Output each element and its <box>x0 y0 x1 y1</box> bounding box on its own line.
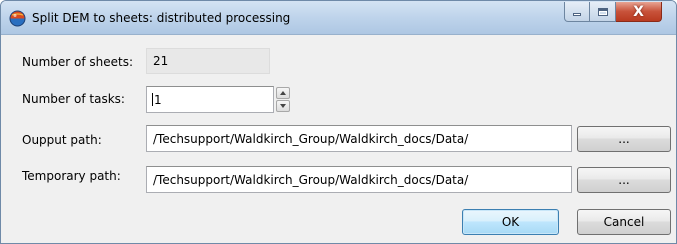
temporary-path-label: Temporary path: <box>22 169 121 183</box>
maximize-button[interactable] <box>590 2 616 22</box>
window-title: Split DEM to sheets: distributed process… <box>32 11 291 25</box>
tasks-label: Number of tasks: <box>22 92 125 106</box>
tasks-value: 1 <box>154 93 162 107</box>
ok-button[interactable]: OK <box>462 209 559 235</box>
sheets-count-field: 21 <box>146 48 270 74</box>
spin-up-button[interactable] <box>276 87 290 99</box>
spin-down-button[interactable] <box>276 100 290 112</box>
output-path-label: Oupput path: <box>22 133 102 147</box>
browse-output-button[interactable]: ... <box>577 126 671 152</box>
minimize-icon <box>573 13 581 16</box>
temporary-path-input[interactable]: /Techsupport/Waldkirch_Group/Waldkirch_d… <box>146 166 572 193</box>
chevron-down-icon <box>280 104 286 108</box>
close-icon: X <box>633 3 644 20</box>
sheets-label: Number of sheets: <box>22 55 134 69</box>
close-button[interactable]: X <box>616 2 662 22</box>
cancel-button[interactable]: Cancel <box>577 209 671 235</box>
text-caret <box>152 93 153 106</box>
maximize-icon <box>597 7 608 16</box>
dialog-window: Split DEM to sheets: distributed process… <box>0 0 677 244</box>
browse-temporary-button[interactable]: ... <box>577 167 671 193</box>
tasks-spinbox-input[interactable]: 1 <box>146 86 274 113</box>
globe-icon <box>9 10 26 27</box>
title-bar[interactable]: Split DEM to sheets: distributed process… <box>1 1 676 35</box>
caption-buttons: X <box>564 2 668 22</box>
chevron-up-icon <box>280 91 286 95</box>
tasks-spinner <box>276 87 290 112</box>
minimize-button[interactable] <box>564 2 590 22</box>
output-path-input[interactable]: /Techsupport/Waldkirch_Group/Waldkirch_d… <box>146 125 572 152</box>
